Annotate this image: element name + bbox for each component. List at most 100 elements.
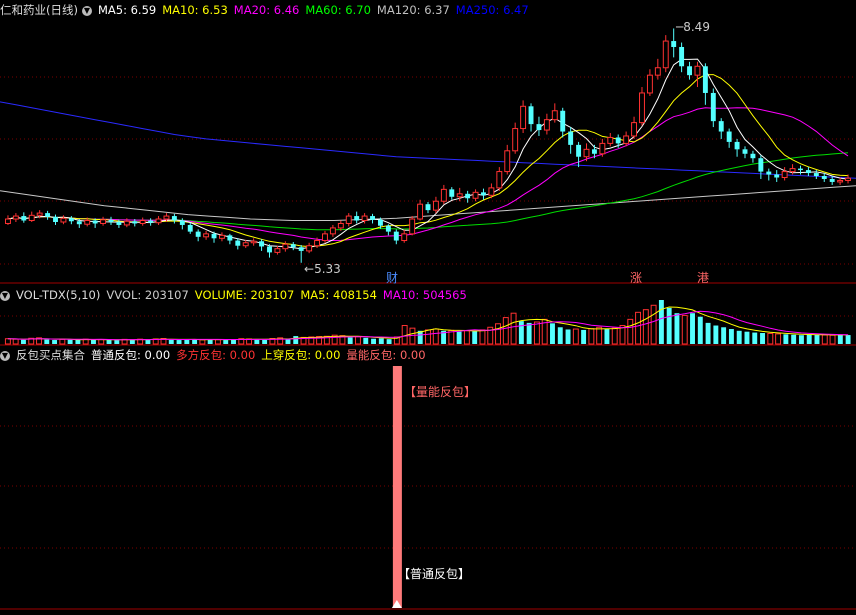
- volume-bar: [285, 339, 291, 344]
- candle-body: [370, 216, 375, 220]
- volume-bar: [4, 338, 11, 345]
- candle-body: [465, 193, 471, 199]
- volume-bar: [12, 338, 19, 345]
- candle-body: [662, 40, 669, 69]
- signal-tag-top: 【量能反包】: [404, 385, 477, 399]
- volume-bar: [168, 339, 174, 344]
- candle-body: [148, 220, 154, 223]
- candle-body: [631, 122, 638, 137]
- volume-bar: [425, 329, 431, 345]
- candle-body: [116, 221, 122, 225]
- volume-bar: [495, 323, 501, 345]
- volume-bar: [510, 312, 517, 345]
- volume-bar: [744, 331, 750, 344]
- volume-bar: [705, 322, 711, 344]
- volume-bar: [681, 314, 688, 345]
- volume-bar: [736, 330, 742, 344]
- candle-body: [774, 174, 780, 178]
- volume-bar: [67, 339, 73, 344]
- candle-body: [108, 219, 114, 222]
- volume-bar: [611, 327, 618, 345]
- volume-bar: [627, 318, 634, 345]
- volume-bar: [666, 307, 672, 344]
- marker-zhang: 涨: [630, 271, 643, 285]
- candle-body: [314, 240, 321, 247]
- candle-body: [393, 231, 399, 241]
- candle-body: [163, 215, 170, 220]
- volume-bar: [783, 334, 789, 344]
- volume-bar: [791, 334, 797, 344]
- candle-body: [337, 222, 344, 229]
- volume-bar: [214, 339, 221, 345]
- candle-body: [560, 110, 566, 132]
- volume-bar: [837, 334, 843, 344]
- volume-bar: [432, 328, 439, 345]
- candle-body: [76, 221, 82, 225]
- volume-bar: [760, 333, 765, 344]
- candle-body: [504, 150, 511, 173]
- candle-body: [385, 225, 391, 232]
- volume-bar: [20, 339, 26, 344]
- candle-body: [734, 141, 740, 150]
- candle-body: [290, 244, 296, 248]
- candle-body: [417, 203, 424, 220]
- ma10-line: [7, 74, 849, 248]
- candle-body: [837, 179, 844, 183]
- stock-chart[interactable]: [0, 0, 856, 615]
- volume-bar: [588, 328, 595, 345]
- volume-bar: [775, 333, 782, 345]
- candle-body: [432, 200, 439, 211]
- candle-body: [551, 110, 558, 121]
- candle-body: [100, 219, 107, 224]
- volume-bar: [821, 334, 828, 345]
- candle-body: [449, 189, 455, 197]
- volume-bar: [199, 339, 206, 345]
- volume-bar: [752, 332, 758, 344]
- candle-body: [242, 242, 249, 247]
- candle-body: [758, 158, 764, 172]
- volume-bar: [129, 339, 135, 344]
- candle-body: [171, 216, 177, 221]
- volume-bar: [106, 339, 112, 344]
- candle-body: [92, 220, 98, 224]
- candle-body: [813, 173, 819, 177]
- volume-bar: [44, 339, 50, 344]
- volume-bar: [642, 309, 649, 345]
- candle-body: [496, 171, 503, 189]
- candle-body: [821, 176, 827, 179]
- volume-bar: [184, 339, 190, 344]
- volume-bar: [697, 316, 703, 344]
- volume-bar: [472, 331, 478, 344]
- volume-bar: [829, 334, 836, 345]
- candle-body: [576, 144, 582, 157]
- volume-bar: [604, 329, 610, 344]
- volume-bar: [463, 330, 470, 345]
- candle-body: [5, 218, 11, 224]
- candle-body: [53, 216, 58, 222]
- candle-body: [646, 74, 653, 94]
- candle-body: [829, 178, 835, 182]
- candle-body: [639, 92, 645, 124]
- candle-body: [250, 240, 257, 244]
- volume-bar: [347, 337, 353, 344]
- candle-body: [607, 136, 614, 144]
- candle-body: [694, 65, 701, 76]
- candle-body: [726, 131, 732, 142]
- volume-bar: [363, 337, 369, 344]
- candle-body: [267, 246, 272, 253]
- volume-bar: [550, 323, 555, 344]
- marker-cai: 财: [386, 271, 399, 285]
- volume-bar: [75, 339, 81, 344]
- volume-bar: [557, 327, 563, 344]
- volume-bar: [254, 339, 260, 344]
- volume-bar: [650, 304, 657, 345]
- candle-body: [322, 233, 328, 242]
- volume-bar: [52, 340, 58, 344]
- marker-gang: 港: [697, 271, 710, 285]
- volume-bar: [262, 339, 268, 344]
- volume-bar: [798, 335, 804, 344]
- candle-body: [12, 215, 19, 220]
- candle-body: [472, 191, 479, 199]
- candle-body: [543, 119, 550, 131]
- volume-bar: [176, 340, 182, 344]
